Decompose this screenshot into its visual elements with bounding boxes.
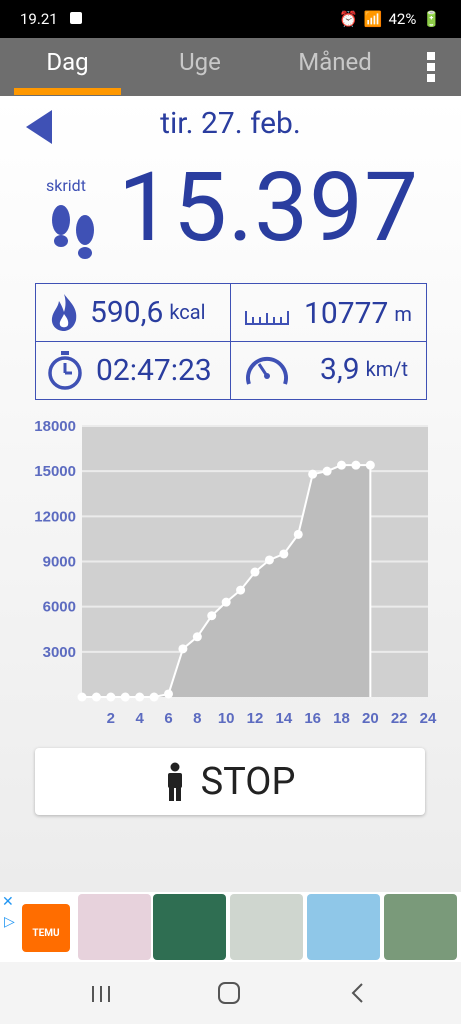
ad-brand: TEMU <box>32 928 60 939</box>
chart-x-tick-label: 12 <box>247 710 264 727</box>
chart-x-tick-label: 4 <box>135 710 144 727</box>
wifi-icon: 📶 <box>363 10 383 28</box>
stop-label: STOP <box>200 759 296 804</box>
status-bar: 19.21 ⏰ 📶 42% 🔋 <box>0 0 461 38</box>
chart-y-tick-label: 3000 <box>43 644 76 661</box>
chart-data-point <box>351 460 361 470</box>
duration-value: 02:47:23 <box>96 352 212 388</box>
steps-count: 15.397 <box>118 152 420 264</box>
active-tab-indicator <box>14 88 121 95</box>
flame-icon <box>51 294 77 331</box>
ad-choices-icon[interactable]: ▷ <box>4 914 15 930</box>
status-time: 19.21 <box>20 10 58 28</box>
steps-chart: 3000600090001200015000180002 4 6 8 10 12 14 16 1… <box>34 418 437 727</box>
chart-data-point <box>77 692 87 702</box>
overflow-menu-icon[interactable] <box>424 52 438 82</box>
chart-data-point <box>221 597 231 607</box>
ad-product-image[interactable] <box>307 894 380 960</box>
tab-week[interactable]: Uge <box>150 48 250 76</box>
chart-data-point <box>164 689 173 699</box>
date-title: tir. 27. feb. <box>160 106 301 141</box>
chart-y-tick-label: 15000 <box>34 463 76 480</box>
steps-label: skridt <box>46 176 86 195</box>
tab-day[interactable]: Dag <box>14 48 121 76</box>
stats-panel: 590,6 kcal 10777 m 02:47:23 3,9 km/t <box>35 283 427 400</box>
system-nav-bar <box>0 962 461 1024</box>
chart-data-point <box>322 466 332 476</box>
ad-banner[interactable]: ✕ ▷ TEMU <box>0 892 461 962</box>
chart-data-point <box>308 469 318 479</box>
stopwatch-icon <box>48 351 82 390</box>
ad-product-image[interactable] <box>153 894 226 960</box>
distance-unit: m <box>394 301 412 326</box>
chart-y-tick-label: 12000 <box>34 508 76 525</box>
chart-data-point <box>135 692 145 702</box>
ruler-icon <box>245 310 289 325</box>
temu-logo: TEMU <box>22 904 70 952</box>
chart-x-tick-label: 2 <box>107 710 115 727</box>
tab-month[interactable]: Måned <box>285 48 385 76</box>
chart-y-tick-label: 6000 <box>43 599 76 616</box>
chart-data-point <box>236 585 246 595</box>
chart-data-point <box>250 567 260 577</box>
chart-data-point <box>293 529 303 539</box>
chart-data-point <box>365 460 375 470</box>
distance-value: 10777 <box>304 296 389 331</box>
chart-data-point <box>178 644 188 654</box>
ad-product-image[interactable] <box>384 894 457 960</box>
stop-button[interactable]: STOP <box>35 748 425 815</box>
status-icons: ⏰ 📶 42% 🔋 <box>339 10 441 28</box>
ad-product-image[interactable] <box>230 894 303 960</box>
battery-text: 42% <box>388 10 417 28</box>
alarm-icon: ⏰ <box>339 10 358 28</box>
chart-x-tick-label: 6 <box>164 710 172 727</box>
calories-stat: 590,6 kcal <box>48 292 206 332</box>
battery-icon: 🔋 <box>422 10 441 28</box>
chart-data-point <box>120 692 130 702</box>
ad-product-image[interactable] <box>78 894 151 960</box>
speed-value: 3,9 <box>320 351 360 387</box>
recent-apps-icon[interactable] <box>90 984 112 1004</box>
chart-x-tick-label: 14 <box>275 710 292 727</box>
home-icon[interactable] <box>218 982 240 1004</box>
stats-divider <box>36 341 426 342</box>
distance-stat: 10777 m <box>244 296 412 331</box>
chart-x-tick-label: 8 <box>193 710 201 727</box>
chart-data-point <box>192 632 202 642</box>
walker-icon <box>167 762 182 801</box>
chart-x-tick-label: 10 <box>218 710 235 727</box>
speed-stat: 3,9 km/t <box>244 350 408 388</box>
calories-unit: kcal <box>169 300 206 324</box>
chart-x-tick-label: 16 <box>304 710 321 727</box>
chart-data-point <box>264 555 274 565</box>
chart-y-tick-label: 9000 <box>43 554 76 571</box>
chart-data-point <box>149 692 159 702</box>
notification-icon <box>70 12 82 24</box>
duration-stat: 02:47:23 <box>46 350 212 390</box>
chart-y-tick-label: 18000 <box>34 418 76 435</box>
ad-close-icon[interactable]: ✕ <box>2 894 14 910</box>
tab-bar: Dag Uge Måned <box>0 38 461 96</box>
chart-x-tick-label: 22 <box>391 710 408 727</box>
calories-value: 590,6 <box>90 294 164 330</box>
chart-x-tick-label: 18 <box>333 710 350 727</box>
speedometer-icon <box>246 356 288 385</box>
chart-data-point <box>279 549 289 559</box>
chart-data-point <box>337 460 346 470</box>
speed-unit: km/t <box>365 357 409 381</box>
back-icon[interactable] <box>350 982 364 1004</box>
chart-data-point <box>207 611 217 621</box>
chart-x-tick-label: 20 <box>362 710 379 727</box>
chart-x-tick-label: 24 <box>420 710 437 727</box>
chart-data-point <box>106 692 116 702</box>
chart-data-point <box>91 692 101 702</box>
footprints-icon <box>52 205 94 259</box>
